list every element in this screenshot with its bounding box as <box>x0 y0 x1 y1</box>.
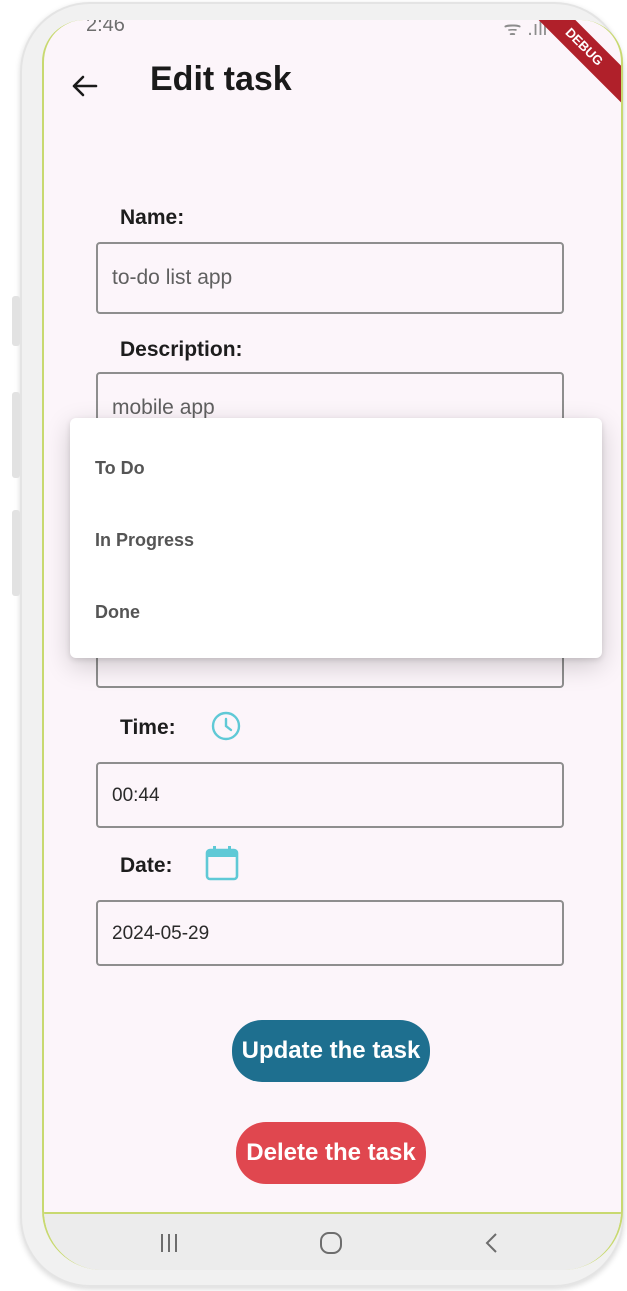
page-title: Edit task <box>150 60 292 98</box>
name-value: to-do list app <box>112 266 233 289</box>
home-icon[interactable] <box>318 1230 344 1256</box>
name-label: Name: <box>120 206 185 229</box>
recent-apps-icon[interactable] <box>158 1232 180 1254</box>
side-button <box>12 510 20 596</box>
date-field[interactable]: 2024-05-29 <box>96 900 564 966</box>
back-arrow-icon[interactable] <box>68 70 100 102</box>
back-nav-icon[interactable] <box>482 1231 502 1255</box>
side-button <box>12 392 20 478</box>
time-field[interactable]: 00:44 <box>96 762 564 828</box>
delete-task-button[interactable]: Delete the task <box>236 1122 426 1184</box>
dropdown-option-done[interactable]: Done <box>95 602 140 623</box>
time-label: Time: <box>120 716 176 739</box>
description-label: Description: <box>120 338 243 361</box>
dropdown-option-to-do[interactable]: To Do <box>95 458 145 479</box>
system-nav-bar <box>44 1212 621 1270</box>
status-time: 2:46 <box>86 20 125 36</box>
dropdown-option-in-progress[interactable]: In Progress <box>95 530 194 551</box>
update-task-button[interactable]: Update the task <box>232 1020 430 1082</box>
time-value: 00:44 <box>112 785 160 806</box>
app-bar: Edit task <box>44 56 621 126</box>
date-value: 2024-05-29 <box>112 923 210 944</box>
clock-icon[interactable] <box>210 710 242 742</box>
calendar-icon[interactable] <box>204 844 240 882</box>
status-bar: 2:46 ᯤ .ıll 69 <box>44 20 621 46</box>
date-label: Date: <box>120 854 173 877</box>
status-dropdown-menu: To Do In Progress Done <box>70 418 602 658</box>
name-field[interactable]: to-do list app <box>96 242 564 314</box>
description-value: mobile app <box>112 396 215 419</box>
side-button <box>12 296 20 346</box>
